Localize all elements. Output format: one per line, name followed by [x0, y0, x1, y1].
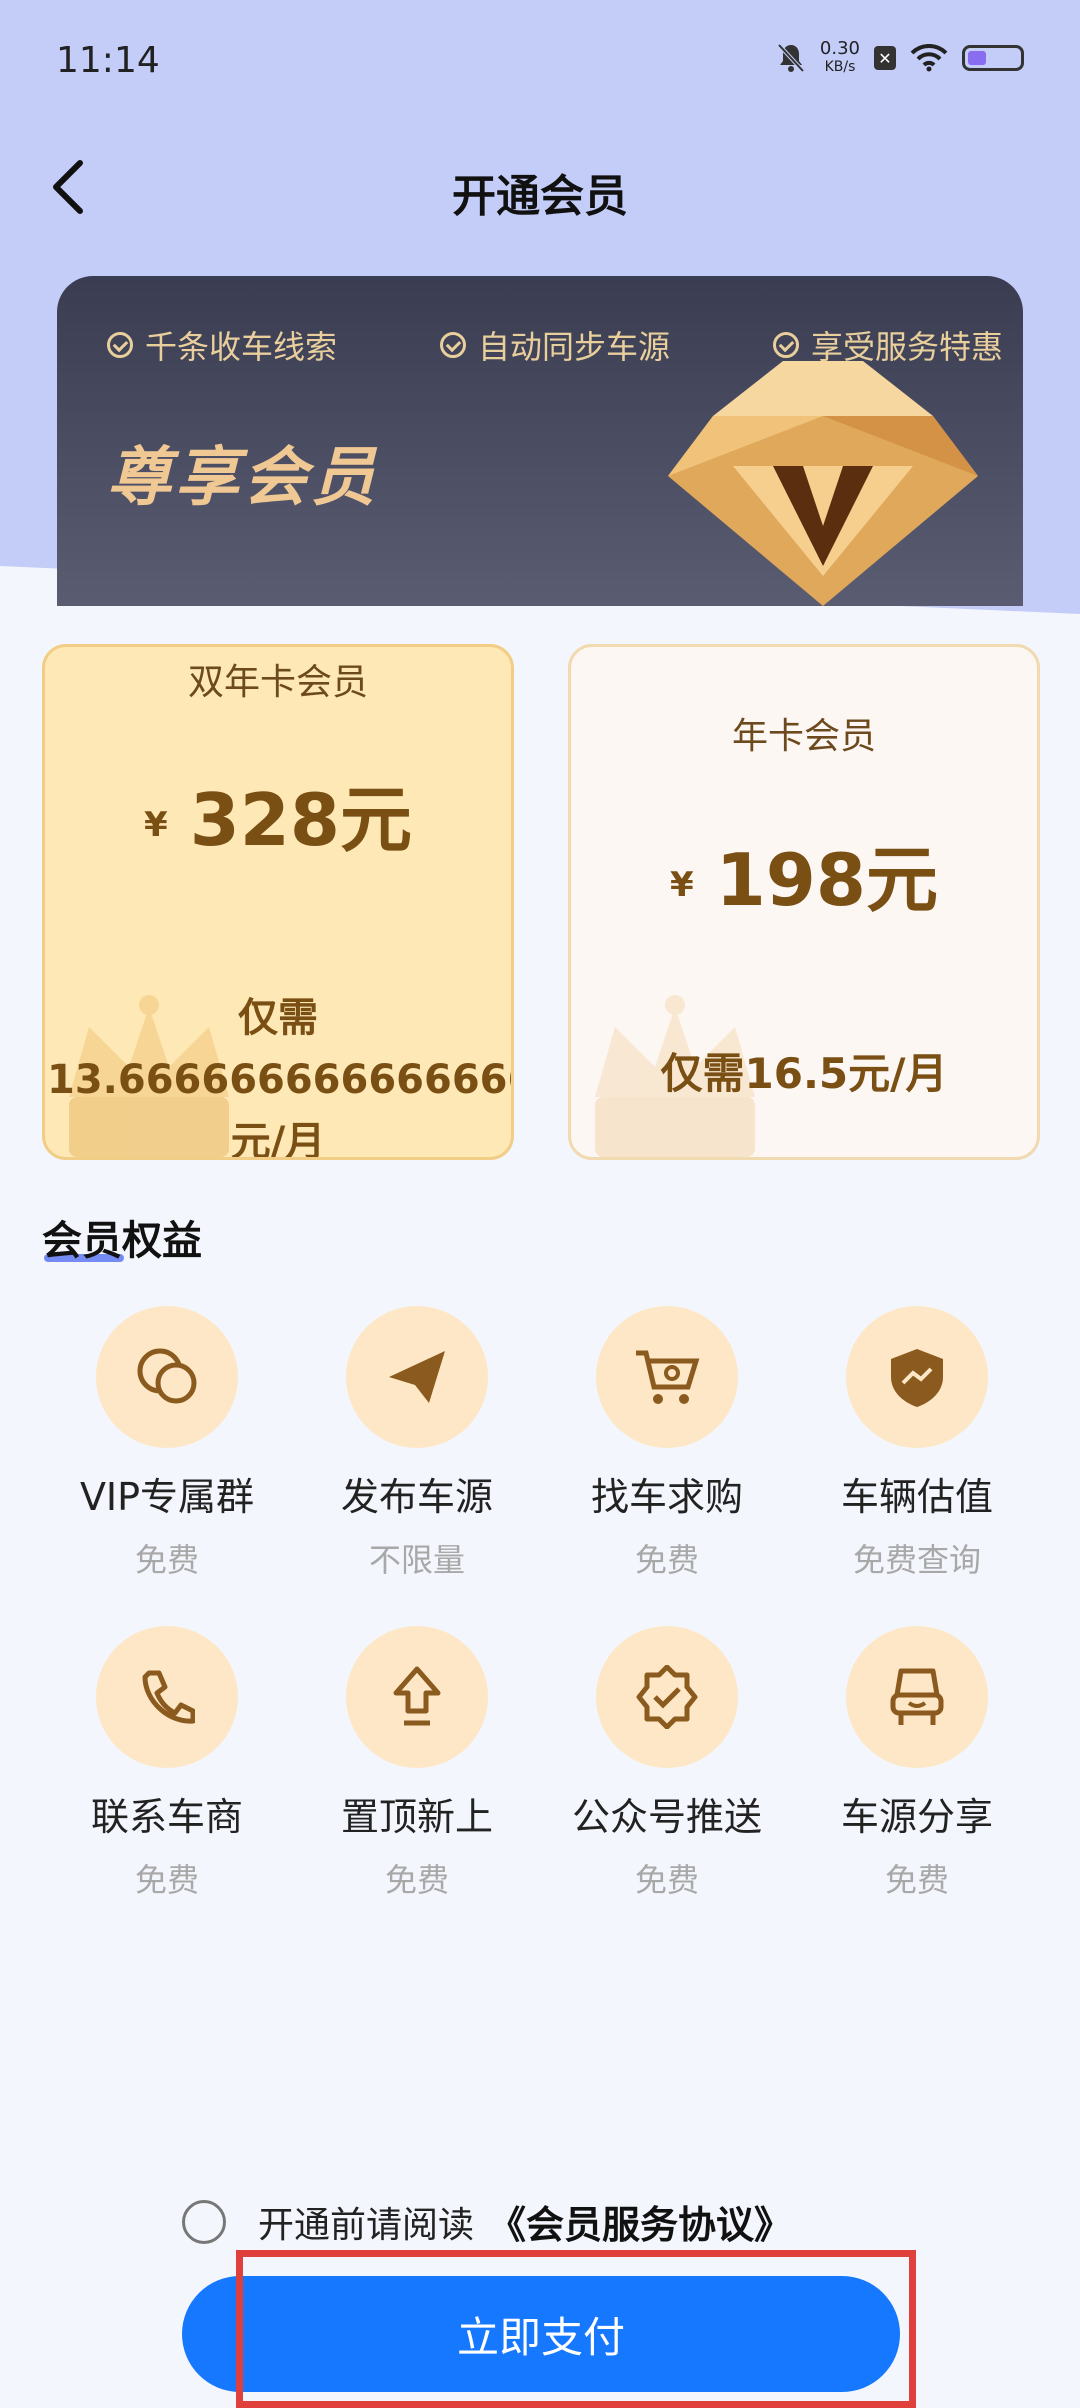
- speed-value: 0.30: [819, 38, 860, 59]
- check-circle-icon: [107, 332, 133, 358]
- highlight-box: [236, 2250, 916, 2408]
- benefit-pin-top[interactable]: 置顶新上 免费: [292, 1626, 542, 1901]
- car-seat-icon: [846, 1626, 988, 1768]
- notification-x-icon: ✕: [874, 46, 896, 70]
- vip-banner: 千条收车线索 自动同步车源 享受服务特惠 尊享会员: [57, 276, 1023, 606]
- plan-card-two-year[interactable]: 双年卡会员 ¥328元 仅需13.666666666666666元/月: [42, 644, 514, 1160]
- benefit-label: 发布车源: [340, 1475, 493, 1519]
- benefit-find-car[interactable]: 找车求购 免费: [542, 1306, 792, 1581]
- plan-price: ¥328元: [45, 761, 511, 866]
- check-circle-icon: [772, 332, 799, 358]
- plan-price: ¥198元: [571, 821, 1037, 926]
- benefit-sub: 免费: [884, 1861, 949, 1899]
- benefit-label: 联系车商: [90, 1795, 243, 1839]
- page-title: 开通会员: [452, 171, 628, 222]
- plan-per-month: 仅需13.666666666666666元/月: [47, 995, 514, 1160]
- wifi-icon: [910, 44, 948, 72]
- agreement-link[interactable]: 《会员服务协议》: [488, 2194, 792, 2249]
- benefit-publish[interactable]: 发布车源 不限量: [292, 1306, 542, 1581]
- shield-icon: [846, 1306, 988, 1448]
- currency-symbol: ¥: [670, 865, 694, 906]
- benefit-sub: 免费查询: [852, 1541, 981, 1579]
- status-icons: 0.30 KB/s ✕: [776, 40, 1024, 76]
- benefit-share[interactable]: 车源分享 免费: [792, 1626, 1042, 1901]
- benefit-vip-group[interactable]: VIP专属群 免费: [42, 1306, 292, 1581]
- plan-name: 年卡会员: [731, 716, 876, 757]
- feature-item: 千条收车线索: [107, 322, 337, 368]
- chat-bubbles-icon: [96, 1306, 238, 1448]
- benefit-sub: 免费: [634, 1861, 699, 1899]
- benefit-wechat-push[interactable]: 公众号推送 免费: [542, 1626, 792, 1901]
- currency-symbol: ¥: [144, 805, 168, 846]
- plan-per-month: 仅需16.5元/月: [660, 1049, 948, 1098]
- feature-item: 自动同步车源: [439, 322, 670, 368]
- banner-title: 尊享会员: [107, 441, 379, 515]
- benefit-label: 找车求购: [590, 1475, 743, 1519]
- benefit-label: 车辆估值: [840, 1475, 993, 1519]
- benefit-sub: 免费: [134, 1861, 199, 1899]
- price-value: 328元: [189, 778, 412, 862]
- benefit-valuation[interactable]: 车辆估值 免费查询: [792, 1306, 1042, 1581]
- plan-name: 双年卡会员: [187, 662, 368, 703]
- bell-muted-icon: [777, 43, 805, 73]
- benefit-sub: 免费: [134, 1541, 199, 1579]
- benefits-title: 会员权益: [42, 1218, 202, 1264]
- benefit-contact-dealer[interactable]: 联系车商 免费: [42, 1626, 292, 1901]
- battery-icon: [962, 45, 1024, 71]
- benefit-label: 车源分享: [840, 1795, 993, 1839]
- badge-check-icon: [596, 1626, 738, 1768]
- phone-icon: [96, 1626, 238, 1768]
- benefit-sub: 免费: [384, 1861, 449, 1899]
- benefit-label: VIP专属群: [79, 1475, 255, 1519]
- benefit-label: 公众号推送: [571, 1795, 762, 1839]
- network-speed: 0.30 KB/s: [820, 40, 860, 76]
- status-time: 11:14: [56, 40, 160, 81]
- check-circle-icon: [439, 332, 466, 358]
- agreement-radio[interactable]: [182, 2199, 226, 2244]
- benefit-label: 置顶新上: [340, 1795, 493, 1839]
- plan-card-one-year[interactable]: 年卡会员 ¥198元 仅需16.5元/月: [568, 644, 1040, 1160]
- feature-label: 千条收车线索: [145, 328, 338, 366]
- speed-unit: KB/s: [824, 59, 856, 75]
- agreement-row: 开通前请阅读 《会员服务协议》: [182, 2194, 792, 2249]
- arrow-up-icon: [346, 1626, 488, 1768]
- benefit-sub: 免费: [634, 1541, 699, 1579]
- benefit-sub: 不限量: [368, 1541, 465, 1579]
- price-value: 198元: [715, 838, 938, 922]
- agreement-text: 开通前请阅读: [258, 2204, 475, 2246]
- cart-search-icon: [596, 1306, 738, 1448]
- vip-gem-icon: [668, 361, 978, 606]
- paper-plane-icon: [346, 1306, 488, 1448]
- feature-label: 自动同步车源: [477, 328, 670, 366]
